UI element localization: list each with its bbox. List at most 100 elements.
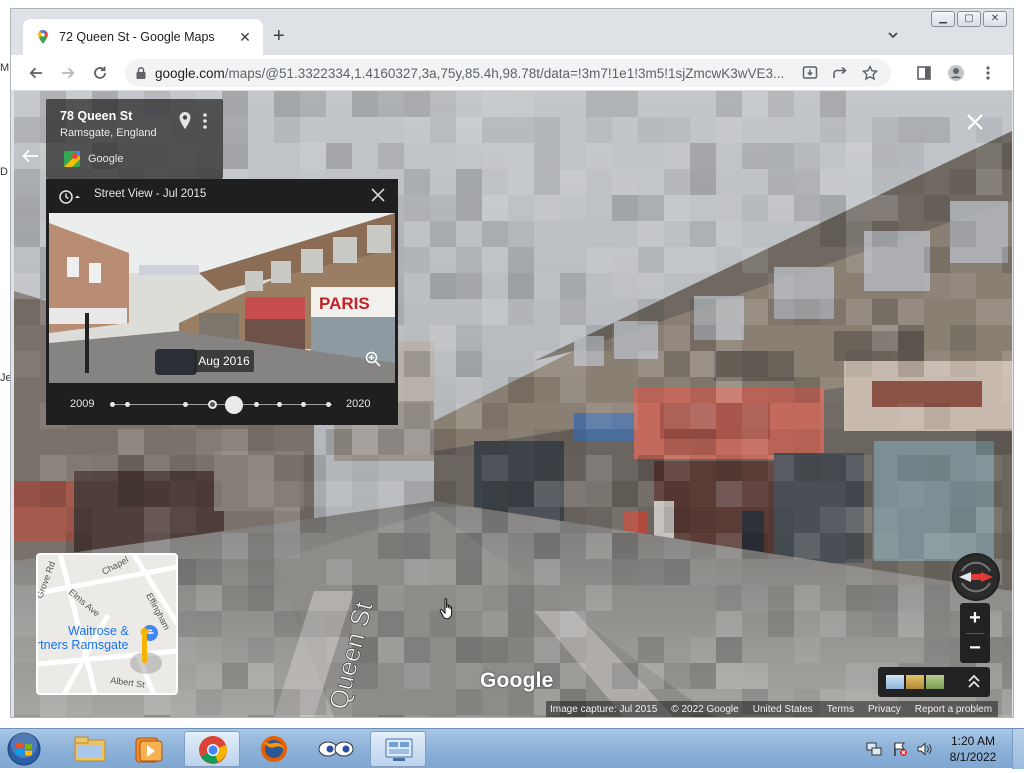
taskbar-media-player-button[interactable] — [122, 731, 178, 767]
slider-thumb[interactable] — [225, 396, 243, 414]
zoom-divider — [966, 633, 984, 634]
control-panel-icon — [385, 738, 413, 761]
lock-icon[interactable] — [135, 66, 147, 80]
slider-tick[interactable] — [110, 402, 115, 407]
zoom-out-button[interactable]: − — [960, 637, 990, 659]
minimap-poi-label: Waitrose & — [68, 624, 129, 638]
show-desktop-button[interactable] — [1012, 729, 1024, 769]
place-locality: Ramsgate, England — [60, 127, 157, 139]
side-panel-icon[interactable] — [915, 64, 933, 82]
imagery-thumb[interactable] — [886, 675, 904, 689]
url-path: /maps/@51.3322334,1.4160327,3a,75y,85.4h… — [224, 65, 785, 81]
browser-tab[interactable]: 72 Queen St - Google Maps ✕ — [23, 19, 263, 55]
slider-tick[interactable] — [183, 402, 188, 407]
imagery-strip — [878, 667, 990, 697]
attribution-bar: Image capture: Jul 2015 © 2022 Google Un… — [546, 701, 999, 717]
zoom-control: + − — [960, 603, 990, 663]
clock-date: 8/1/2022 — [949, 750, 997, 764]
google-watermark: Google — [480, 669, 554, 692]
time-travel-header: Street View - Jul 2015 — [46, 179, 398, 213]
time-travel-label: Street View - Jul 2015 — [94, 188, 207, 200]
compass-icon[interactable] — [952, 553, 1000, 601]
slider-tick[interactable] — [277, 402, 282, 407]
taskbar-eyes-button[interactable] — [308, 731, 364, 767]
report-problem-link[interactable]: Report a problem — [915, 704, 992, 715]
profile-avatar-icon[interactable] — [947, 64, 965, 82]
forward-arrow-icon[interactable] — [59, 64, 77, 82]
volume-icon[interactable] — [916, 741, 932, 757]
copyright-text: © 2022 Google — [671, 703, 739, 715]
windows-start-icon[interactable] — [6, 732, 42, 766]
action-center-flag-icon[interactable] — [892, 741, 908, 757]
terms-link[interactable]: Terms — [827, 704, 854, 715]
folder-icon — [74, 736, 106, 762]
bookmark-star-icon[interactable] — [861, 64, 879, 82]
reload-icon[interactable] — [91, 64, 109, 82]
zoom-in-button[interactable]: + — [960, 607, 990, 629]
tab-close-icon[interactable]: ✕ — [237, 29, 253, 46]
system-clock[interactable]: 1:20 AM 8/1/2022 — [938, 733, 1008, 765]
kebab-menu-icon[interactable] — [979, 64, 997, 82]
imagery-thumb[interactable] — [926, 675, 944, 689]
time-travel-panel: Street View - Jul 2015 PARIS Aug 2016 20… — [46, 179, 398, 425]
maximize-button[interactable]: ▢ — [957, 11, 981, 27]
chrome-icon — [199, 736, 227, 764]
map-pin-icon[interactable] — [178, 111, 192, 131]
back-arrow-icon[interactable] — [27, 64, 45, 82]
region-link[interactable]: United States — [753, 704, 813, 715]
taskbar: 1:20 AM 8/1/2022 — [0, 728, 1024, 769]
slider-tick[interactable] — [254, 402, 259, 407]
minimize-button[interactable]: ▁ — [931, 11, 955, 27]
browser-toolbar: google.com/maps/@51.3322334,1.4160327,3a… — [11, 55, 1013, 91]
mini-map[interactable]: Grove Rd Chapel Elms Ave Effingham Alber… — [36, 553, 178, 695]
year-slider[interactable]: 2009 2020 — [46, 385, 398, 425]
chevron-down-icon[interactable] — [887, 29, 899, 41]
back-arrow-icon[interactable] — [20, 147, 40, 165]
share-icon[interactable] — [831, 64, 849, 82]
provider-label: Google — [88, 153, 124, 165]
zoom-in-icon[interactable] — [365, 351, 381, 367]
new-tab-button[interactable]: + — [273, 26, 285, 46]
close-icon[interactable] — [370, 187, 386, 203]
network-icon[interactable] — [866, 741, 882, 757]
expand-up-icon[interactable] — [966, 673, 982, 691]
compass-dial — [954, 555, 998, 599]
close-window-button[interactable]: ✕ — [983, 11, 1007, 27]
shop-sign-text: PARIS — [319, 294, 370, 313]
google-maps-icon[interactable] — [64, 151, 80, 167]
slider-tick[interactable] — [301, 402, 306, 407]
thumbnail-date: Aug 2016 — [194, 350, 254, 372]
title-bar: 72 Queen St - Google Maps ✕ + ▁ ▢ ✕ — [11, 9, 1013, 55]
slider-tick-current[interactable] — [208, 400, 217, 409]
slider-start-year: 2009 — [70, 398, 95, 410]
more-options-icon[interactable] — [202, 111, 208, 131]
taskbar-firefox-button[interactable] — [246, 731, 302, 767]
imagery-thumb[interactable] — [906, 675, 924, 689]
mini-map-canvas: Grove Rd Chapel Elms Ave Effingham Alber… — [38, 555, 176, 693]
clock-time: 1:20 AM — [950, 734, 996, 748]
history-clock-icon[interactable] — [58, 189, 82, 205]
taskbar-chrome-button[interactable] — [184, 731, 240, 767]
minimap-poi-label-line2: rtners Ramsgate — [38, 638, 128, 652]
street-view-viewport[interactable]: Queen St 78 Queen St Ramsgate, England G… — [14, 91, 1012, 717]
pegman-icon[interactable] — [142, 635, 147, 663]
hand-cursor-icon — [439, 598, 453, 620]
tab-title: 72 Queen St - Google Maps — [59, 30, 215, 44]
desktop-edge-label: D — [0, 166, 8, 178]
taskbar-explorer-button[interactable] — [62, 731, 118, 767]
url-host: google.com — [155, 65, 225, 81]
taskbar-control-panel-button[interactable] — [370, 731, 426, 767]
eyes-icon — [318, 741, 354, 757]
privacy-link[interactable]: Privacy — [868, 704, 901, 715]
install-app-icon[interactable] — [801, 64, 819, 82]
google-maps-pin-icon — [38, 30, 48, 44]
close-street-view-icon[interactable] — [964, 111, 986, 133]
historical-thumbnail[interactable]: PARIS Aug 2016 — [49, 213, 395, 383]
slider-track[interactable] — [112, 404, 332, 405]
slider-tick[interactable] — [125, 402, 130, 407]
address-bar[interactable]: google.com/maps/@51.3322334,1.4160327,3a… — [125, 59, 891, 87]
url-text: google.com/maps/@51.3322334,1.4160327,3a… — [155, 66, 891, 81]
slider-end-year: 2020 — [346, 398, 371, 410]
place-card: 78 Queen St Ramsgate, England Google — [46, 99, 223, 179]
slider-tick[interactable] — [326, 402, 331, 407]
